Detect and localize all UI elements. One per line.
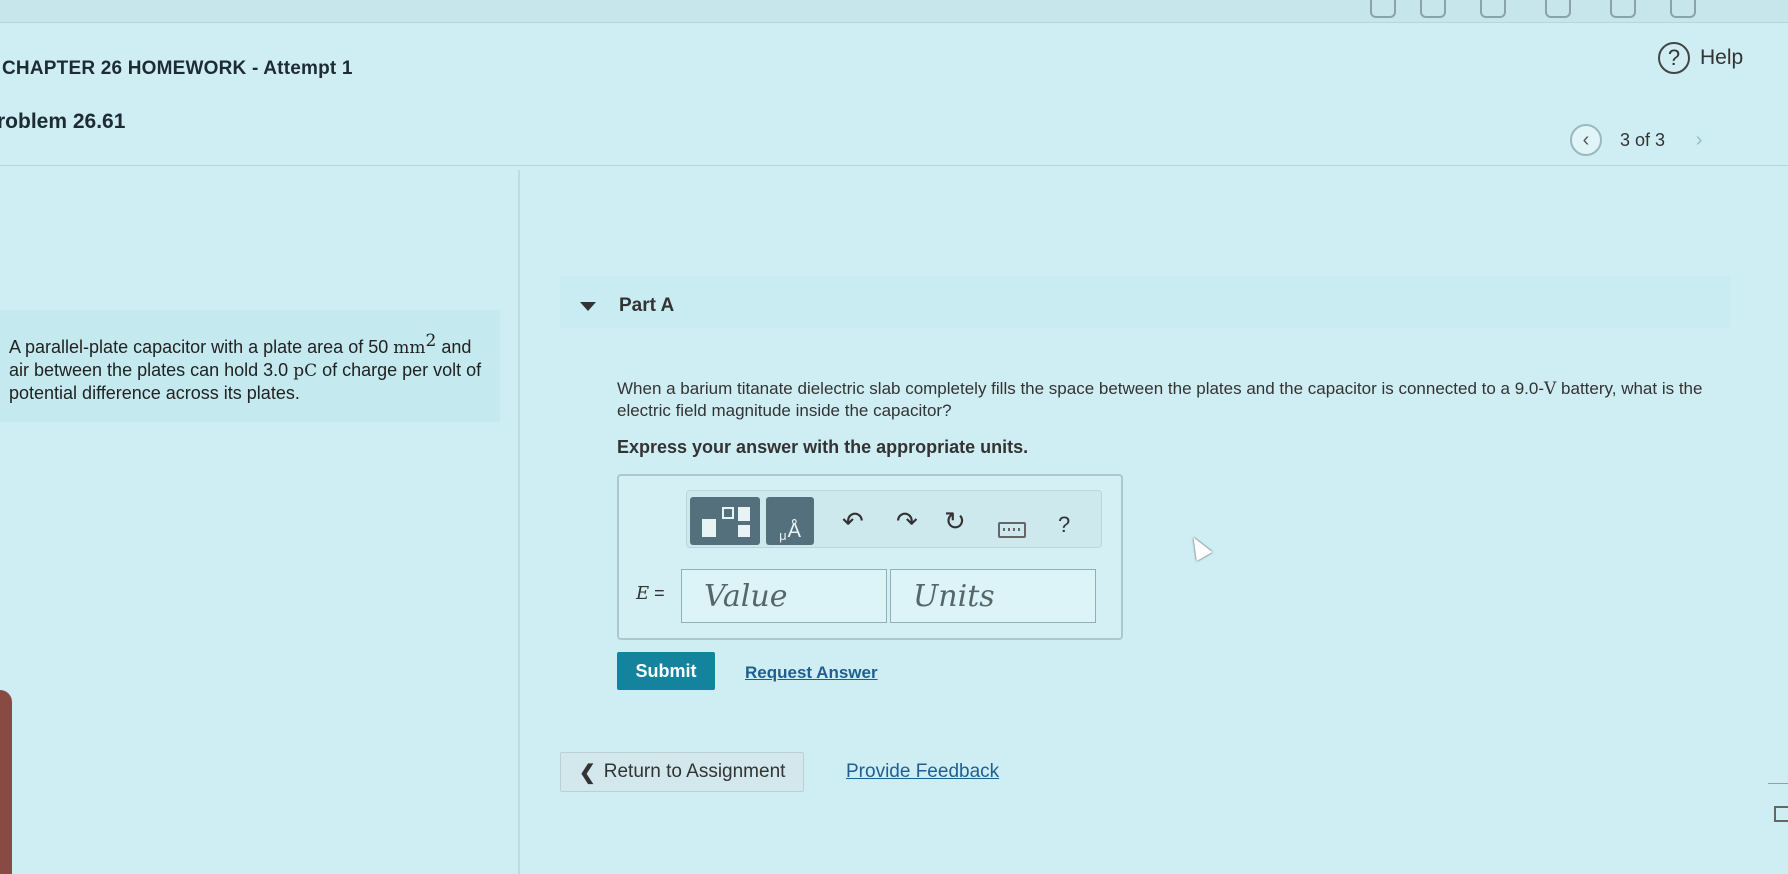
answer-variable-label: E = — [636, 583, 665, 604]
units-input[interactable] — [890, 569, 1096, 623]
units-icon[interactable]: μÅ — [766, 497, 814, 545]
units-mu: μ — [779, 528, 787, 543]
problem-statement: A parallel-plate capacitor with a plate … — [9, 330, 489, 404]
part-header-band — [560, 276, 1730, 328]
toolbar-icon — [1610, 0, 1636, 18]
column-divider — [518, 170, 520, 874]
edge-divider — [1768, 783, 1788, 784]
toolbar-icon — [1370, 0, 1396, 18]
toolbar-icon — [1670, 0, 1696, 18]
header-divider — [0, 165, 1788, 166]
help-label: Help — [1700, 46, 1744, 69]
problem-title: roblem 26.61 — [0, 110, 126, 133]
volt-unit: V — [1544, 379, 1557, 399]
browser-top-strip — [0, 0, 1788, 23]
answer-instruction: Express your answer with the appropriate… — [617, 437, 1029, 457]
units-angstrom: Å — [787, 520, 801, 542]
reset-icon[interactable]: ↻ — [944, 508, 966, 534]
caret-down-icon[interactable] — [580, 302, 596, 311]
assignment-title: CHAPTER 26 HOMEWORK - Attempt 1 — [2, 58, 353, 80]
problem-pager: ‹ 3 of 3 › — [1570, 124, 1715, 156]
chapter-title: CHAPTER 26 HOMEWORK — [2, 58, 247, 79]
part-label[interactable]: Part A — [619, 295, 674, 317]
chevron-left-icon: ❮ — [579, 761, 596, 784]
charge-unit: pC — [293, 361, 318, 381]
help-circle-icon: ? — [1658, 42, 1690, 74]
provide-feedback-link[interactable]: Provide Feedback — [846, 761, 999, 783]
question-icon[interactable]: ? — [1058, 514, 1070, 536]
request-answer-link[interactable]: Request Answer — [745, 663, 878, 683]
mouse-cursor-icon — [1185, 532, 1213, 562]
toolbar-icon — [1480, 0, 1506, 18]
return-to-assignment-button[interactable]: ❮ Return to Assignment — [560, 752, 804, 792]
toolbar-icon — [1420, 0, 1446, 18]
chevron-left-icon[interactable]: ‹ — [1570, 124, 1602, 156]
help-link[interactable]: ? Help — [1658, 42, 1743, 74]
question-part: When a barium titanate dielectric slab c… — [617, 379, 1545, 398]
submit-button[interactable]: Submit — [617, 652, 715, 690]
templates-icon[interactable] — [690, 497, 760, 545]
area-unit: mm — [393, 338, 426, 358]
redo-icon[interactable]: ↷ — [896, 508, 918, 534]
value-input[interactable] — [681, 569, 887, 623]
attempt-label: - Attempt 1 — [246, 58, 353, 79]
variable: E — [636, 583, 650, 604]
keyboard-icon[interactable] — [998, 522, 1026, 538]
return-label: Return to Assignment — [603, 761, 786, 782]
area-exponent: 2 — [425, 331, 437, 351]
question-text: When a barium titanate dielectric slab c… — [617, 378, 1747, 421]
toolbar-icon — [1545, 0, 1571, 18]
chevron-right-icon[interactable]: › — [1683, 124, 1715, 156]
statement-text: A parallel-plate capacitor with a plate … — [9, 337, 394, 357]
screen-edge-object — [0, 690, 12, 874]
equals-sign: = — [649, 583, 665, 603]
undo-icon[interactable]: ↶ — [842, 508, 864, 534]
pager-count: 3 of 3 — [1620, 129, 1666, 150]
edge-square-icon — [1774, 806, 1788, 822]
